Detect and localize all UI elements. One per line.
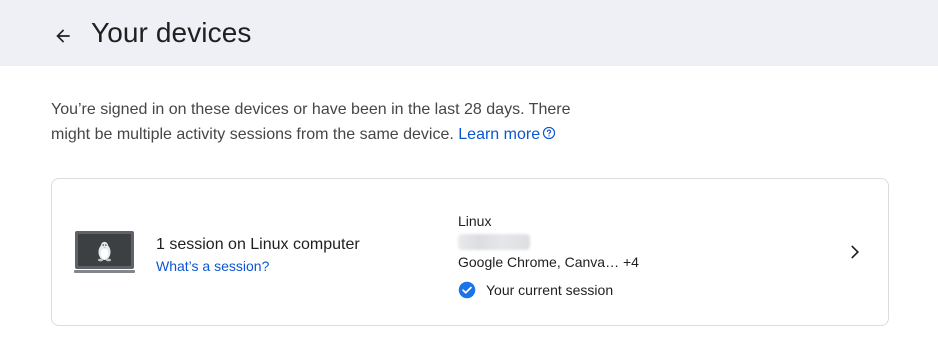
whats-a-session-link[interactable]: What’s a session? bbox=[156, 258, 269, 274]
learn-more-label: Learn more bbox=[458, 126, 541, 143]
intro-text: You’re signed in on these devices or hav… bbox=[51, 97, 611, 147]
device-card[interactable]: 1 session on Linux computer What’s a ses… bbox=[51, 178, 889, 326]
help-circle-icon bbox=[542, 126, 556, 140]
device-browsers: Google Chrome, Canva… +4 bbox=[458, 254, 639, 270]
arrow-back-icon bbox=[56, 29, 70, 43]
device-details-button[interactable] bbox=[842, 240, 866, 264]
page-header: Your devices bbox=[0, 0, 938, 66]
location-redacted bbox=[458, 234, 530, 250]
chevron-right-icon bbox=[851, 245, 859, 259]
learn-more-link[interactable]: Learn more bbox=[458, 126, 556, 143]
session-count-title: 1 session on Linux computer bbox=[156, 236, 360, 253]
linux-laptop-icon bbox=[74, 231, 135, 273]
check-circle-icon bbox=[458, 281, 476, 299]
current-session-label: Your current session bbox=[486, 282, 614, 298]
back-button[interactable] bbox=[48, 21, 78, 51]
page-title: Your devices bbox=[91, 17, 252, 48]
current-session-indicator: Your current session bbox=[458, 280, 613, 300]
device-os: Linux bbox=[458, 213, 492, 229]
